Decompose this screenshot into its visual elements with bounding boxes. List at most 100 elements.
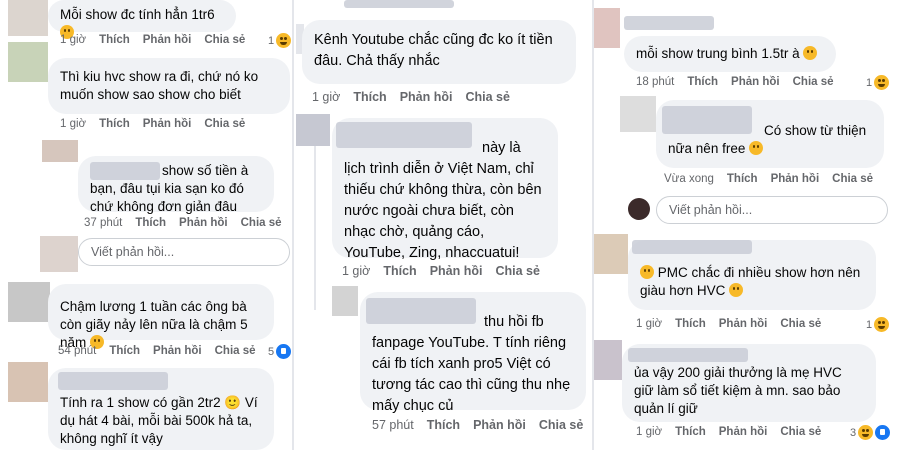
comment-bubble: PMC chắc đi nhiều show hơn nên giàu hơn …: [628, 240, 876, 310]
like-icon: [276, 344, 292, 359]
reaction-count[interactable]: 1: [268, 33, 292, 48]
author-name-blurred[interactable]: [366, 298, 476, 324]
timestamp[interactable]: 37 phút: [84, 217, 122, 229]
avatar[interactable]: [594, 234, 628, 274]
like-button[interactable]: Thích: [687, 76, 718, 88]
comment-actions: 57 phút Thích Phản hồi Chia sẻ: [372, 418, 592, 432]
comment-bubble: thu hồi fb fanpage YouTube. T tính riêng…: [360, 292, 586, 414]
reaction-number: 1: [268, 34, 275, 47]
comment-actions: 1 giờ Thích Phản hồi Chia sẻ: [342, 264, 553, 278]
comment-actions: 1 giờ Thích Phản hồi Chia sẻ: [636, 426, 834, 438]
reply-button[interactable]: Phản hồi: [179, 217, 228, 229]
author-name-blurred[interactable]: [58, 372, 168, 390]
reply-button[interactable]: Phản hồi: [731, 76, 780, 88]
avatar[interactable]: [8, 282, 50, 322]
like-button[interactable]: Thích: [99, 34, 130, 46]
author-name-blurred[interactable]: [632, 240, 752, 254]
avatar[interactable]: [594, 340, 622, 380]
weary-emoji: [729, 283, 744, 297]
share-button[interactable]: Chia sẻ: [832, 173, 873, 185]
comment-actions: 1 giờ Thích Phản hồi Chia sẻ: [636, 318, 834, 330]
author-name-blurred[interactable]: [336, 122, 472, 148]
my-avatar: [40, 236, 78, 272]
like-button[interactable]: Thích: [675, 318, 706, 330]
like-button[interactable]: Thích: [353, 90, 386, 104]
reply-button[interactable]: Phản hồi: [719, 318, 768, 330]
like-button[interactable]: Thích: [427, 418, 460, 432]
share-button[interactable]: Chia sẻ: [793, 76, 834, 88]
share-button[interactable]: Chia sẻ: [780, 426, 821, 438]
comment-text: PMC chắc đi nhiều show hơn nên giàu hơn …: [640, 265, 861, 298]
like-button[interactable]: Thích: [99, 118, 130, 130]
timestamp[interactable]: Vừa xong: [664, 173, 714, 185]
share-button[interactable]: Chia sẻ: [215, 345, 256, 357]
author-name-blurred[interactable]: [624, 16, 714, 30]
haha-icon: [874, 317, 890, 332]
reply-button[interactable]: Phản hồi: [771, 173, 820, 185]
timestamp[interactable]: 54 phút: [58, 345, 96, 357]
comment-text: Chậm lương 1 tuần các ông bà còn giãy nả…: [60, 299, 248, 350]
share-button[interactable]: Chia sẻ: [780, 318, 821, 330]
reply-button[interactable]: Phản hồi: [143, 118, 192, 130]
comment-bubble: ủa vậy 200 giải thưởng là mẹ HVC giữ làm…: [622, 344, 876, 422]
reply-button[interactable]: Phản hồi: [430, 264, 483, 278]
reply-button[interactable]: Phản hồi: [473, 418, 526, 432]
reply-button[interactable]: Phản hồi: [153, 345, 202, 357]
comment-text: Tính ra 1 show có gần 2tr2 🙂 Ví dụ hát 4…: [60, 395, 258, 446]
share-button[interactable]: Chia sẻ: [495, 264, 539, 278]
timestamp[interactable]: 1 giờ: [60, 118, 86, 130]
comment-text: Thì kiu hvc show ra đi, chứ nó ko muốn s…: [60, 69, 259, 102]
reply-placeholder: Viết phản hồi...: [91, 245, 175, 259]
share-button[interactable]: Chia sẻ: [539, 418, 583, 432]
reaction-number: 1: [866, 318, 873, 331]
author-name-blurred[interactable]: [344, 0, 454, 8]
timestamp[interactable]: 1 giờ: [312, 90, 340, 104]
author-name-blurred[interactable]: [90, 162, 160, 181]
like-button[interactable]: Thích: [727, 173, 758, 185]
avatar[interactable]: [296, 114, 330, 146]
author-name-blurred[interactable]: [662, 106, 752, 134]
avatar[interactable]: [8, 362, 48, 402]
timestamp[interactable]: 1 giờ: [342, 264, 370, 278]
reply-button[interactable]: Phản hồi: [143, 34, 192, 46]
reaction-number: 1: [866, 76, 873, 89]
avatar[interactable]: [8, 0, 48, 36]
thread-line: [314, 140, 316, 310]
like-button[interactable]: Thích: [109, 345, 140, 357]
avatar[interactable]: [42, 140, 78, 162]
reaction-count[interactable]: 3: [850, 425, 891, 440]
share-button[interactable]: Chia sẻ: [465, 90, 509, 104]
comment-actions: 1 giờ Thích Phản hồi Chia sẻ: [312, 90, 523, 104]
reply-input[interactable]: Viết phản hồi...: [656, 196, 888, 224]
comment-bubble: Mỗi show đc tính hẳn 1tr6: [48, 0, 236, 39]
timestamp[interactable]: 1 giờ: [636, 426, 662, 438]
timestamp[interactable]: 1 giờ: [60, 34, 86, 46]
avatar[interactable]: [332, 286, 358, 316]
reply-button[interactable]: Phản hồi: [400, 90, 453, 104]
comment-bubble: Thì kiu hvc show ra đi, chứ nó ko muốn s…: [48, 58, 290, 114]
reaction-count[interactable]: 1: [866, 317, 890, 332]
author-name-blurred[interactable]: [628, 348, 748, 362]
like-button[interactable]: Thích: [675, 426, 706, 438]
haha-icon: [858, 425, 874, 440]
reaction-number: 3: [850, 426, 857, 439]
like-button[interactable]: Thích: [135, 217, 166, 229]
share-button[interactable]: Chia sẻ: [241, 217, 282, 229]
share-button[interactable]: Chia sẻ: [204, 34, 245, 46]
reply-input[interactable]: Viết phản hồi...: [78, 238, 290, 266]
reply-button[interactable]: Phản hồi: [719, 426, 768, 438]
reaction-count[interactable]: 5: [268, 344, 292, 359]
grin-tongue-emoji: [749, 141, 764, 155]
haha-icon: [276, 33, 292, 48]
share-button[interactable]: Chia sẻ: [204, 118, 245, 130]
timestamp[interactable]: 18 phút: [636, 76, 674, 88]
comment-bubble: mỗi show trung bình 1.5tr à: [624, 36, 836, 72]
avatar[interactable]: [620, 96, 656, 132]
like-button[interactable]: Thích: [383, 264, 416, 278]
avatar[interactable]: [8, 42, 48, 82]
timestamp[interactable]: 57 phút: [372, 418, 414, 432]
timestamp[interactable]: 1 giờ: [636, 318, 662, 330]
avatar[interactable]: [594, 8, 620, 48]
comment-bubble: Kênh Youtube chắc cũng đc ko ít tiền đâu…: [302, 20, 576, 84]
reaction-count[interactable]: 1: [866, 75, 890, 90]
